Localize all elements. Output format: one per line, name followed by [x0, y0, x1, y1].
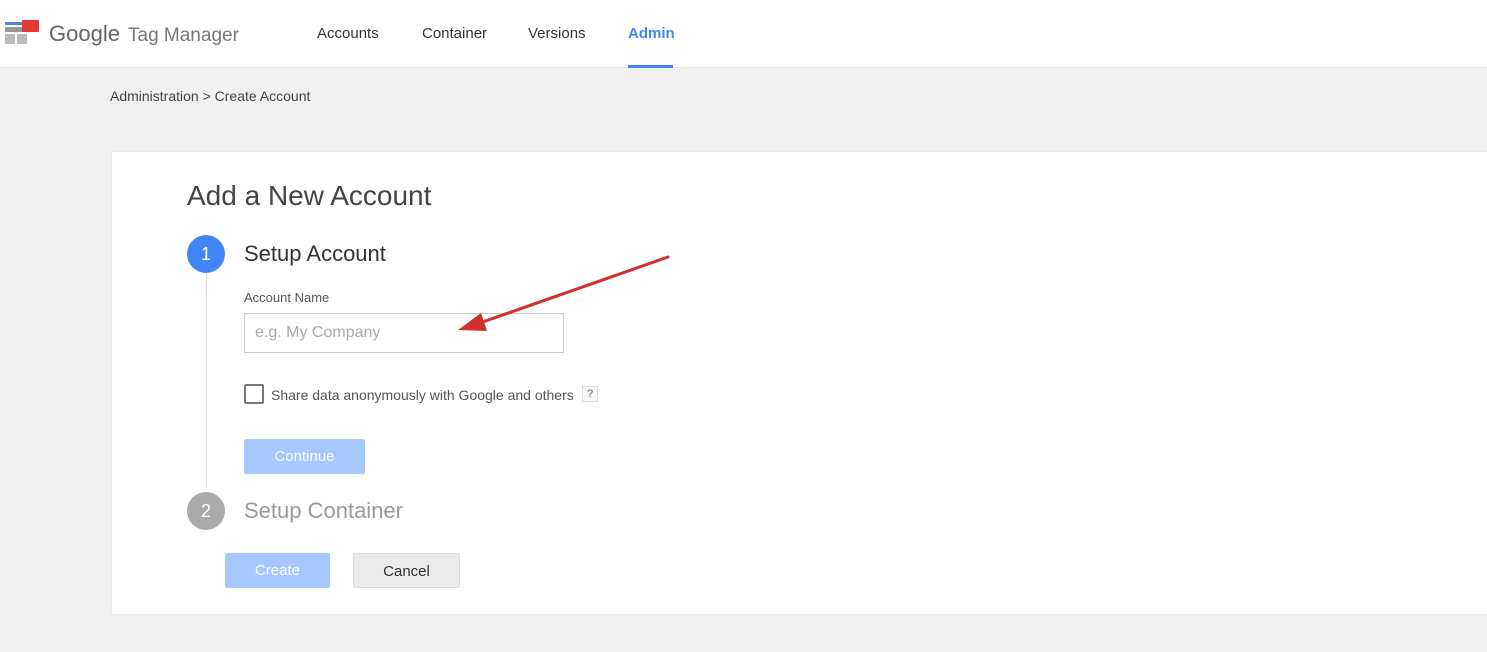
help-icon[interactable]: ? — [582, 386, 598, 402]
step-1-title: Setup Account — [244, 241, 386, 266]
top-bar: Google Tag Manager Accounts Container Ve… — [0, 0, 1487, 68]
step-2-title: Setup Container — [244, 498, 403, 523]
product-name: Tag Manager — [128, 25, 239, 46]
create-account-card — [112, 152, 1487, 614]
active-nav-indicator — [628, 65, 673, 68]
nav-versions[interactable]: Versions — [528, 25, 586, 42]
share-data-checkbox[interactable] — [244, 384, 264, 404]
breadcrumb: Administration > Create Account — [110, 88, 311, 104]
annotation-arrow-icon — [458, 255, 670, 331]
continue-button[interactable]: Continue — [244, 439, 365, 474]
nav-accounts[interactable]: Accounts — [317, 25, 379, 42]
step-1-indicator: 1 — [187, 235, 225, 273]
step-2-indicator: 2 — [187, 492, 225, 530]
brand-name: Google — [49, 21, 120, 46]
nav-container[interactable]: Container — [422, 25, 487, 42]
tag-manager-logo-icon[interactable] — [5, 19, 41, 47]
share-data-label: Share data anonymously with Google and o… — [271, 387, 574, 403]
create-button[interactable]: Create — [225, 553, 330, 588]
page-title: Add a New Account — [187, 180, 432, 211]
step-connector-line — [206, 272, 207, 488]
nav-admin[interactable]: Admin — [628, 25, 675, 42]
account-name-label: Account Name — [244, 290, 330, 305]
cancel-button[interactable]: Cancel — [353, 553, 460, 588]
